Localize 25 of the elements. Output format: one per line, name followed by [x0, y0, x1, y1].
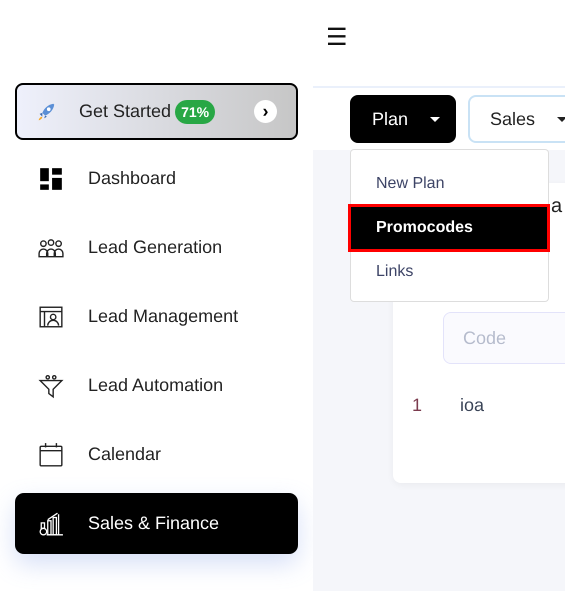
get-started-label: Get Started: [79, 101, 172, 122]
sidebar-item[interactable]: Dashboard: [15, 148, 298, 209]
row-index: 1: [412, 395, 422, 416]
dashboard-icon: [38, 166, 64, 192]
sidebar-item[interactable]: Lead Automation: [15, 355, 298, 416]
menu-item[interactable]: Links: [351, 250, 548, 294]
calendar-icon: [38, 442, 64, 468]
get-started-card[interactable]: Get Started 71% ›: [15, 83, 298, 140]
progress-badge: 71%: [175, 100, 216, 124]
code-field[interactable]: Code: [443, 312, 565, 364]
menu-item[interactable]: New Plan: [351, 162, 548, 206]
sidebar-item[interactable]: Sales & Finance: [15, 493, 298, 554]
table-cell: ioa: [460, 395, 484, 416]
contact-card-icon: [38, 304, 64, 330]
menu-item[interactable]: Promocodes: [348, 204, 550, 252]
next-button[interactable]: ›: [254, 100, 277, 123]
sidebar-item[interactable]: Lead Management: [15, 286, 298, 347]
funnel-icon: [38, 372, 64, 398]
card-title: a: [551, 195, 562, 218]
bar-chart-icon: [38, 510, 64, 536]
menu-icon[interactable]: ☰: [326, 26, 348, 50]
dropdown-button[interactable]: Plan: [350, 95, 456, 143]
dropdown-button[interactable]: Sales: [468, 95, 565, 143]
sidebar-item[interactable]: Lead Generation: [15, 217, 298, 278]
sidebar-item[interactable]: Calendar: [15, 424, 298, 485]
